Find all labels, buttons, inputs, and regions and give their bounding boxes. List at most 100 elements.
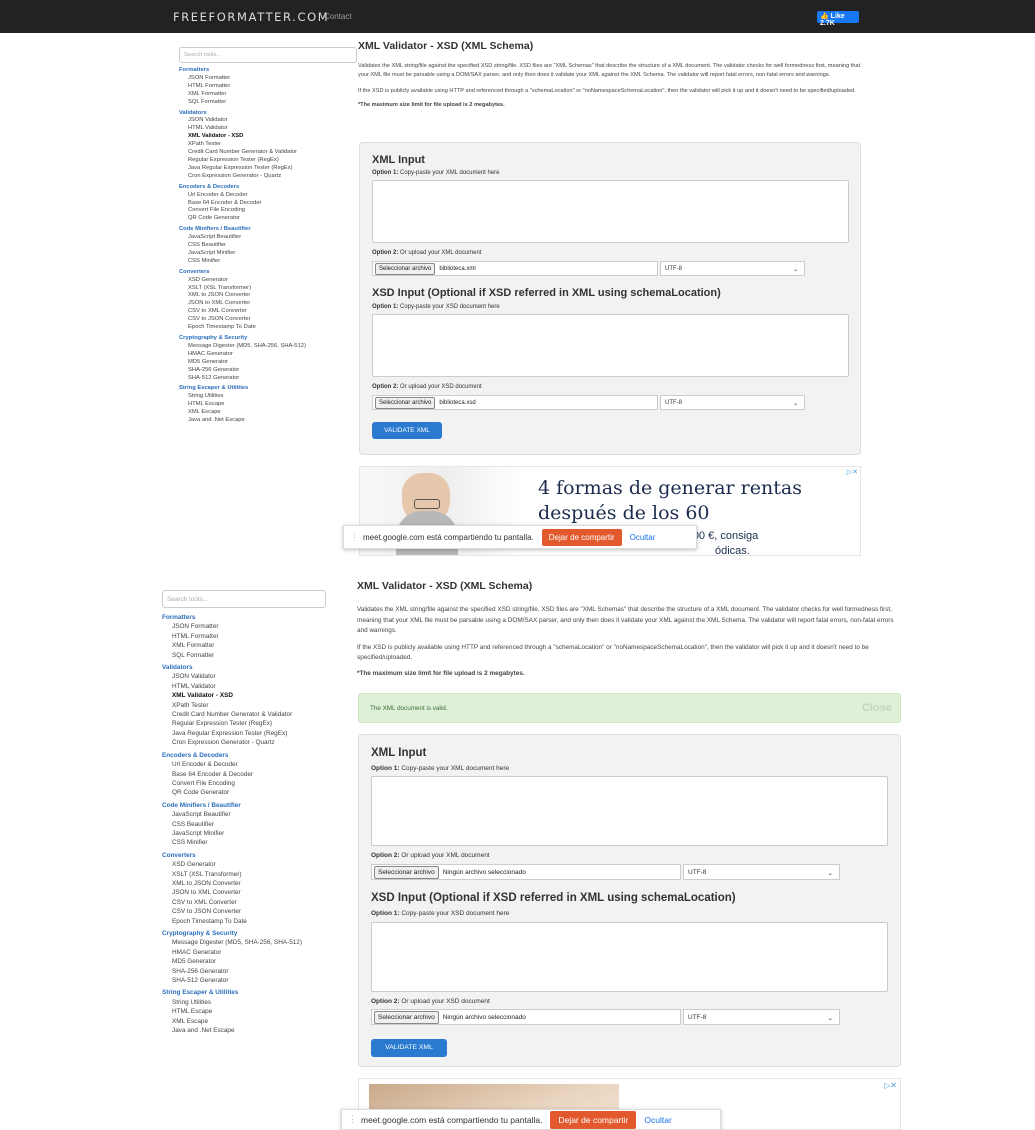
sidebar-item[interactable]: String Utilities [162,998,326,1007]
sidebar-item[interactable]: XSD Generator [162,860,326,869]
xsd-file-button[interactable]: Seleccionar archivo [374,1010,439,1024]
sidebar-item[interactable]: Regular Expression Tester (RegEx) [162,719,326,728]
ad-choices-icon[interactable]: ▷✕ [884,1081,897,1090]
xsd-textarea[interactable] [372,314,849,377]
xml-encoding-select[interactable]: UTF-8 ⌄ [660,261,805,276]
sidebar-item[interactable]: Credit Card Number Generator & Validator [162,710,326,719]
sidebar-item[interactable]: Message Digester (MD5, SHA-256, SHA-512) [179,343,357,351]
alert-close-button[interactable]: Close [862,702,892,714]
sidebar-item[interactable]: SQL Formatter [162,651,326,660]
sidebar-item[interactable]: Credit Card Number Generator & Validator [179,149,357,157]
hide-share-bar-button[interactable]: Ocultar [644,1115,671,1125]
xml-file-button[interactable]: Seleccionar archivo [374,865,439,879]
sidebar-item[interactable]: Message Digester (MD5, SHA-256, SHA-512) [162,938,326,947]
sidebar-item[interactable]: QR Code Generator [179,215,357,223]
sidebar-item[interactable]: String Utilities [179,393,357,401]
drag-handle-icon[interactable]: ⋮ [348,1114,357,1125]
sidebar-item[interactable]: CSS Minifier [162,838,326,847]
search-tools-input[interactable]: Search tools... [179,47,357,63]
sidebar-item[interactable]: HTML Escape [179,401,357,409]
ad-choices-icon[interactable]: ▷✕ [847,468,858,476]
sidebar-item[interactable]: JSON to XML Converter [179,300,357,308]
sidebar-item[interactable]: CSS Beautifier [179,242,357,250]
drag-handle-icon[interactable]: ⋮ [350,532,359,543]
xsd-file-input[interactable]: Seleccionar archivo Ningún archivo selec… [371,1009,681,1025]
validate-xml-button[interactable]: VALIDATE XML [372,422,442,439]
sidebar-item[interactable]: Java and .Net Escape [162,1026,326,1035]
xml-file-input[interactable]: Seleccionar archivo biblioteca.xml [372,261,658,276]
sidebar-item[interactable]: JSON to XML Converter [162,888,326,897]
sidebar-item[interactable]: JavaScript Minifier [179,250,357,258]
xml-file-input[interactable]: Seleccionar archivo Ningún archivo selec… [371,864,681,880]
sidebar-item[interactable]: XML to JSON Converter [162,879,326,888]
sidebar-item[interactable]: XML Escape [162,1017,326,1026]
sidebar-item[interactable]: SQL Formatter [179,99,357,107]
stop-sharing-button[interactable]: Dejar de compartir [541,528,622,546]
sidebar-item[interactable]: XML Validator - XSD [179,133,357,141]
sidebar-item[interactable]: Base 64 Encoder & Decoder [162,770,326,779]
sidebar-item[interactable]: CSS Beautifier [162,820,326,829]
sidebar-item[interactable]: Java and .Net Escape [179,417,357,425]
xml-file-button[interactable]: Seleccionar archivo [375,262,436,275]
sidebar-item[interactable]: HMAC Generator [179,351,357,359]
sidebar-item[interactable]: XML Validator - XSD [162,691,326,700]
sidebar-item[interactable]: HTML Escape [162,1007,326,1016]
sidebar-item[interactable]: XPath Tester [162,701,326,710]
sidebar-item[interactable]: Epoch Timestamp To Date [179,324,357,332]
sidebar-item[interactable]: HTML Validator [179,125,357,133]
xsd-encoding-select[interactable]: UTF-8 ⌄ [660,395,805,410]
sidebar-item[interactable]: SHA-256 Generator [179,367,357,375]
sidebar-item[interactable]: Epoch Timestamp To Date [162,917,326,926]
xml-textarea[interactable] [372,180,849,243]
sidebar-item[interactable]: XML Escape [179,409,357,417]
sidebar-item[interactable]: SHA-512 Generator [162,976,326,985]
sidebar-item[interactable]: HTML Formatter [162,632,326,641]
sidebar-item[interactable]: JSON Formatter [179,75,357,83]
validate-xml-button[interactable]: VALIDATE XML [371,1039,447,1057]
sidebar-item[interactable]: SHA-256 Generator [162,967,326,976]
sidebar-item[interactable]: XSD Generator [179,277,357,285]
sidebar-item[interactable]: MD5 Generator [162,957,326,966]
sidebar-item[interactable]: JavaScript Minifier [162,829,326,838]
sidebar-item[interactable]: Base 64 Encoder & Decoder [179,200,357,208]
sidebar-item[interactable]: CSS Minifier [179,258,357,266]
search-tools-input[interactable]: Search tools... [162,590,326,608]
xml-textarea[interactable] [371,776,888,846]
sidebar-item[interactable]: HTML Validator [162,682,326,691]
sidebar-item[interactable]: HMAC Generator [162,948,326,957]
sidebar-item[interactable]: Regular Expression Tester (RegEx) [179,157,357,165]
sidebar-item[interactable]: Convert File Encoding [162,779,326,788]
sidebar-item[interactable]: QR Code Generator [162,788,326,797]
sidebar-item[interactable]: JSON Validator [162,672,326,681]
sidebar-item[interactable]: JSON Validator [179,117,357,125]
facebook-like-button[interactable]: 👍 Like 2.7K [817,11,859,27]
sidebar-item[interactable]: XML to JSON Converter [179,292,357,300]
stop-sharing-button[interactable]: Dejar de compartir [550,1110,637,1129]
sidebar-item[interactable]: HTML Formatter [179,83,357,91]
sidebar-item[interactable]: Convert File Encoding [179,207,357,215]
xsd-encoding-select[interactable]: UTF-8 ⌄ [683,1009,840,1025]
contact-link[interactable]: Contact [324,12,352,21]
sidebar-item[interactable]: Cron Expression Generator - Quartz [179,173,357,181]
sidebar-item[interactable]: Java Regular Expression Tester (RegEx) [179,165,357,173]
xml-encoding-select[interactable]: UTF-8 ⌄ [683,864,840,880]
sidebar-item[interactable]: Url Encoder & Decoder [162,760,326,769]
sidebar-item[interactable]: Cron Expression Generator - Quartz [162,738,326,747]
sidebar-item[interactable]: Url Encoder & Decoder [179,192,357,200]
xsd-file-input[interactable]: Seleccionar archivo biblioteca.xsd [372,395,658,410]
sidebar-item[interactable]: CSV to XML Converter [179,308,357,316]
sidebar-item[interactable]: JavaScript Beautifier [162,810,326,819]
sidebar-item[interactable]: SHA-512 Generator [179,375,357,383]
sidebar-item[interactable]: JSON Formatter [162,622,326,631]
xsd-textarea[interactable] [371,922,888,992]
sidebar-item[interactable]: XSLT (XSL Transformer) [179,285,357,293]
site-logo[interactable]: FREEFORMATTER.COM [173,10,329,24]
sidebar-item[interactable]: XPath Tester [179,141,357,149]
sidebar-item[interactable]: CSV to JSON Converter [179,316,357,324]
sidebar-item[interactable]: XML Formatter [179,91,357,99]
sidebar-item[interactable]: CSV to XML Converter [162,898,326,907]
xsd-file-button[interactable]: Seleccionar archivo [375,396,436,409]
sidebar-item[interactable]: XSLT (XSL Transformer) [162,870,326,879]
sidebar-item[interactable]: JavaScript Beautifier [179,234,357,242]
sidebar-item[interactable]: CSV to JSON Converter [162,907,326,916]
